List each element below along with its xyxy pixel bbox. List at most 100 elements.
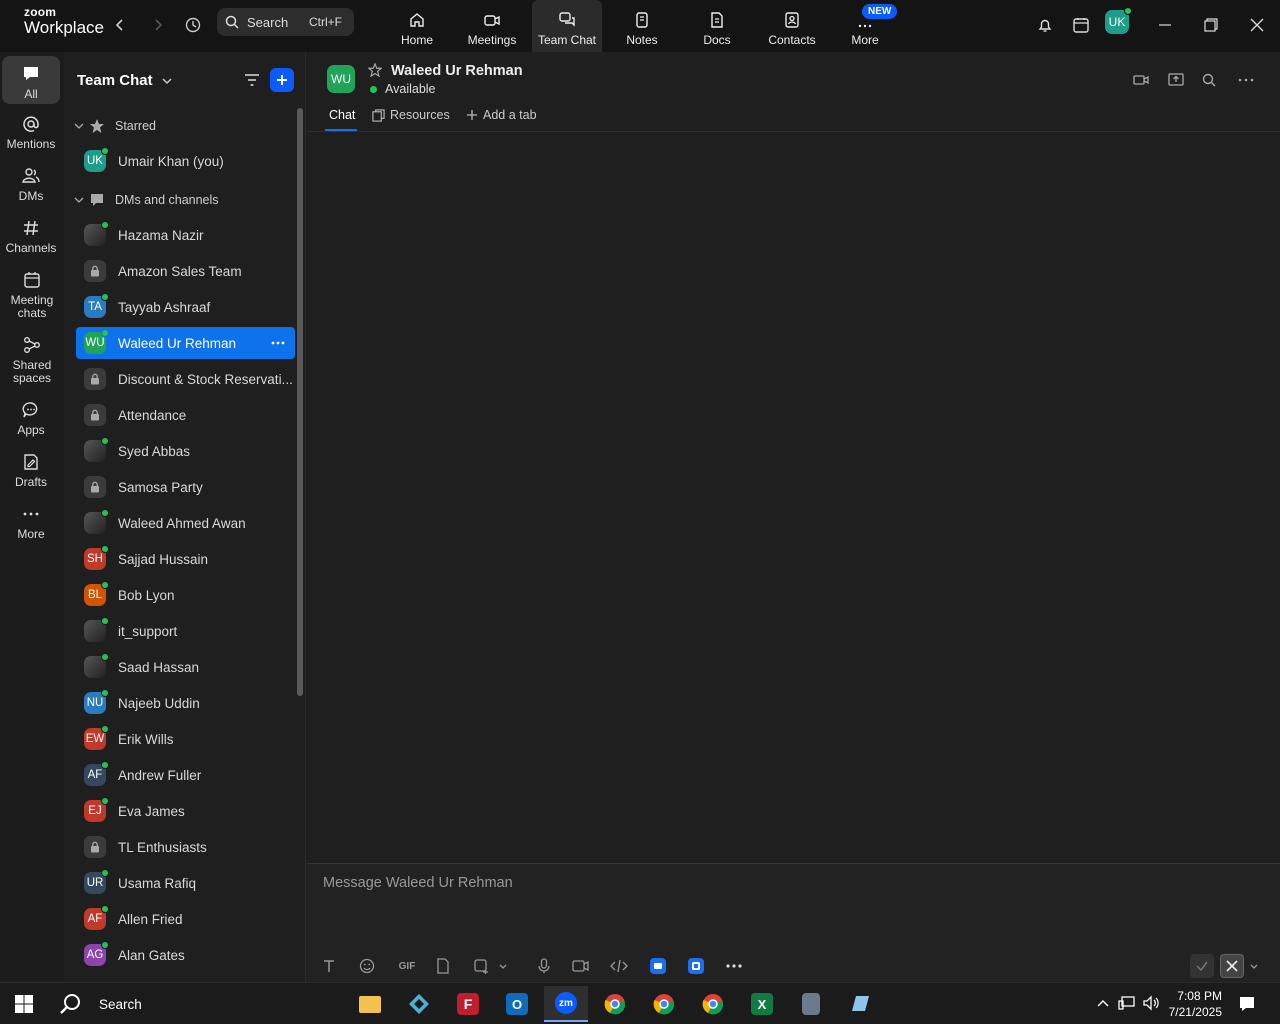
tab-add[interactable]: Add a tab (466, 108, 537, 122)
search-box[interactable]: Search Ctrl+F (217, 8, 354, 36)
volume-icon[interactable] (1142, 995, 1160, 1011)
rail-channels[interactable]: Channels (2, 218, 60, 255)
restore-icon[interactable] (1198, 12, 1224, 38)
star-icon[interactable] (368, 63, 382, 77)
rail-meeting-chats[interactable]: Meeting chats (2, 270, 62, 320)
share-screen-icon[interactable] (1167, 71, 1185, 89)
close-icon[interactable] (1244, 12, 1270, 38)
sidebar-item[interactable]: Amazon Sales Team (76, 255, 295, 287)
section-starred[interactable]: Starred (74, 118, 156, 134)
chat-avatar[interactable]: WU (327, 65, 355, 93)
sidebar-item[interactable]: BL Bob Lyon (76, 579, 295, 611)
chevron-down-icon[interactable] (1248, 957, 1260, 975)
sidebar-title[interactable]: Team Chat (77, 72, 173, 89)
code-snippet-icon[interactable] (610, 957, 628, 975)
sidebar-item[interactable]: Samosa Party (76, 471, 295, 503)
outlook-icon[interactable]: O (495, 986, 539, 1022)
vpn-app-icon[interactable] (397, 986, 441, 1022)
forward-arrow-icon[interactable] (145, 12, 171, 38)
rail-all[interactable]: All (2, 56, 60, 104)
gif-button[interactable]: GIF (396, 957, 418, 975)
tab-contacts[interactable]: Contacts (757, 0, 827, 52)
rail-dms[interactable]: DMs (2, 166, 60, 203)
app-icon[interactable] (649, 957, 667, 975)
chrome-icon[interactable] (691, 986, 735, 1022)
calculator-icon[interactable] (789, 986, 833, 1022)
message-input[interactable]: Message Waleed Ur Rehman (323, 875, 513, 891)
rail-shared-spaces[interactable]: Shared spaces (2, 335, 62, 385)
more-options-icon[interactable] (271, 336, 285, 350)
network-icon[interactable] (1118, 995, 1136, 1011)
video-message-icon[interactable] (572, 957, 590, 975)
section-dms-channels[interactable]: DMs and channels (74, 192, 219, 208)
sidebar-scrollbar[interactable] (297, 108, 303, 696)
sidebar-item[interactable]: UR Usama Rafiq (76, 867, 295, 899)
tab-meetings[interactable]: Meetings (457, 0, 527, 52)
tab-notes[interactable]: Notes (607, 0, 677, 52)
tab-home[interactable]: Home (382, 0, 452, 52)
sidebar-item[interactable]: AG Alan Gates (76, 939, 295, 971)
more-options-icon[interactable] (1237, 71, 1255, 89)
sidebar-item[interactable]: AF Allen Fried (76, 903, 295, 935)
sidebar-item[interactable]: Syed Abbas (76, 435, 295, 467)
back-arrow-icon[interactable] (107, 12, 133, 38)
app-icon[interactable] (687, 957, 705, 975)
video-call-icon[interactable] (1132, 71, 1150, 89)
new-chat-button[interactable] (270, 68, 294, 92)
chat-title[interactable]: Waleed Ur Rehman (391, 63, 523, 79)
excel-icon[interactable]: X (740, 986, 784, 1022)
more-options-icon[interactable] (725, 957, 743, 975)
tab-team-chat[interactable]: Team Chat (532, 0, 602, 52)
sidebar-item[interactable]: AF Andrew Fuller (76, 759, 295, 791)
sidebar-item[interactable]: Hazama Nazir (76, 219, 295, 251)
tab-chat[interactable]: Chat (329, 108, 355, 122)
sidebar-item[interactable]: SH Sajjad Hussain (76, 543, 295, 575)
zoom-app-icon[interactable]: zm (544, 986, 588, 1022)
emoji-icon[interactable] (358, 957, 376, 975)
sidebar-item[interactable]: TA Tayyab Ashraaf (76, 291, 295, 323)
attach-file-icon[interactable] (434, 957, 452, 975)
microphone-icon[interactable] (535, 957, 553, 975)
rail-apps[interactable]: Apps (2, 400, 60, 437)
format-text-icon[interactable] (320, 957, 338, 975)
chevron-down-icon[interactable] (497, 957, 509, 975)
sidebar-item[interactable]: Waleed Ahmed Awan (76, 507, 295, 539)
filezilla-icon[interactable]: F (446, 986, 490, 1022)
notepad-icon[interactable] (838, 986, 882, 1022)
sidebar-item[interactable]: UK Umair Khan (you) (76, 145, 295, 177)
filter-icon[interactable] (242, 70, 262, 90)
calendar-icon[interactable] (1068, 12, 1094, 38)
search-icon[interactable] (1200, 71, 1218, 89)
file-explorer-icon[interactable] (348, 986, 392, 1022)
taskbar-search[interactable]: Search (58, 991, 142, 1017)
sidebar-item[interactable]: TL Enthusiasts (76, 831, 295, 863)
sidebar-item[interactable]: it_support (76, 615, 295, 647)
rail-mentions[interactable]: Mentions (2, 114, 60, 151)
chevron-up-icon[interactable] (1096, 996, 1110, 1010)
cancel-x-icon[interactable] (1220, 954, 1244, 978)
bell-icon[interactable] (1032, 12, 1058, 38)
system-clock[interactable]: 7:08 PM 7/21/2025 (1166, 988, 1222, 1020)
send-check-icon[interactable] (1190, 954, 1214, 978)
sidebar-item[interactable]: EJ Eva James (76, 795, 295, 827)
sidebar-item[interactable]: Attendance (76, 399, 295, 431)
history-icon[interactable] (180, 12, 206, 38)
rail-drafts[interactable]: Drafts (2, 452, 60, 489)
sidebar-item[interactable]: Discount & Stock Reservati... (76, 363, 295, 395)
sidebar-item[interactable]: Saad Hassan (76, 651, 295, 683)
sidebar-item[interactable]: EW Erik Wills (76, 723, 295, 755)
message-composer[interactable]: Message Waleed Ur Rehman GIF (307, 863, 1280, 982)
user-avatar[interactable]: UK (1105, 7, 1132, 34)
rail-more[interactable]: More (2, 504, 60, 541)
sidebar-item[interactable]: NU Najeeb Uddin (76, 687, 295, 719)
screenshot-icon[interactable] (472, 957, 490, 975)
minimize-icon[interactable] (1152, 12, 1178, 38)
windows-start-icon[interactable] (2, 986, 46, 1022)
avatar: AG (84, 941, 109, 966)
tab-docs[interactable]: Docs (682, 0, 752, 52)
chrome-icon[interactable] (642, 986, 686, 1022)
tab-resources[interactable]: Resources (372, 108, 450, 122)
sidebar-item[interactable]: WU Waleed Ur Rehman (76, 327, 295, 359)
chrome-icon[interactable] (593, 986, 637, 1022)
notifications-icon[interactable] (1238, 995, 1256, 1013)
